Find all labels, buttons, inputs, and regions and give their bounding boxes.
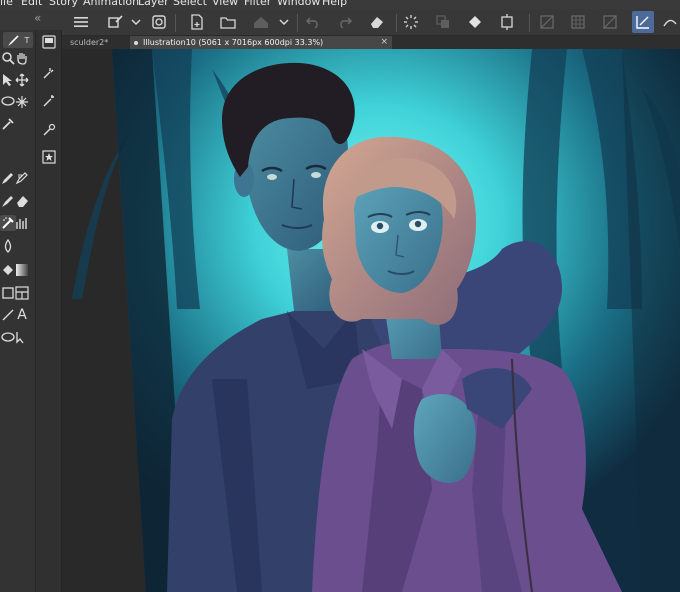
pencil-icon[interactable] — [14, 170, 30, 186]
close-tab-icon[interactable]: × — [380, 36, 388, 49]
decoration-icon[interactable] — [14, 215, 30, 231]
pen-tool-group[interactable]: T — [3, 32, 33, 48]
frame-border-icon[interactable] — [14, 285, 30, 301]
blend-icon[interactable] — [0, 238, 16, 254]
save-icon[interactable] — [250, 11, 272, 33]
save-dropdown-chevron-icon[interactable] — [273, 11, 295, 33]
menu-bar: ile Edit Story Animation Layer Select Vi… — [0, 0, 680, 9]
ruler-snap-icon[interactable] — [599, 11, 621, 33]
sparkle-assist-icon[interactable] — [41, 65, 57, 81]
tab-label: Illustration10 (5061 x 7016px 600dpi 33.… — [143, 38, 324, 47]
tablet-settings-icon[interactable] — [104, 11, 126, 33]
chevron-down-icon[interactable] — [125, 11, 147, 33]
copy-selection-icon[interactable] — [432, 11, 454, 33]
auto-select-wand-icon[interactable] — [14, 94, 30, 110]
collapse-panel-icon[interactable]: « — [34, 11, 41, 25]
hide-selection-icon[interactable] — [536, 11, 558, 33]
menu-view[interactable]: View — [212, 0, 238, 8]
eyedropper-icon[interactable] — [0, 116, 16, 132]
hamburger-menu-icon[interactable] — [70, 11, 92, 33]
new-file-icon[interactable] — [186, 11, 208, 33]
text-tool-glyph: A — [17, 307, 27, 323]
eraser-clear-icon[interactable] — [366, 11, 388, 33]
hand-icon[interactable] — [14, 50, 30, 66]
star-material-icon[interactable] — [41, 149, 57, 165]
undo-icon[interactable] — [302, 11, 324, 33]
tab-sculder2[interactable]: sculder2* — [66, 36, 112, 49]
spinner-deselect-icon[interactable] — [400, 11, 422, 33]
menu-help[interactable]: Help — [322, 0, 347, 8]
sub-tool-strip — [36, 30, 62, 592]
transform-icon[interactable] — [496, 11, 518, 33]
fill-bucket-icon[interactable] — [464, 11, 486, 33]
move-layer-icon[interactable] — [14, 72, 30, 88]
illustration-artwork — [72, 49, 680, 592]
settings-assist-icon[interactable] — [41, 122, 57, 138]
menu-file[interactable]: ile — [0, 0, 13, 8]
menu-select[interactable]: Select — [173, 0, 207, 8]
menu-edit[interactable]: Edit — [21, 0, 42, 8]
menu-animation[interactable]: Animation — [83, 0, 139, 8]
redo-icon[interactable] — [334, 11, 356, 33]
canvas-view-icon[interactable] — [41, 34, 57, 50]
unsaved-dot-icon — [134, 40, 138, 45]
pen-tool-label: T — [24, 35, 30, 45]
grid-toggle-icon[interactable] — [567, 11, 589, 33]
tool-palette: T A — [0, 30, 36, 592]
smartphone-icon[interactable] — [148, 11, 170, 33]
menu-filter[interactable]: Filter — [244, 0, 271, 8]
menu-window[interactable]: Window — [277, 0, 320, 8]
menu-story[interactable]: Story — [49, 0, 78, 8]
tab-illustration10[interactable]: Illustration10 (5061 x 7016px 600dpi 33.… — [130, 36, 392, 49]
open-folder-icon[interactable] — [217, 11, 239, 33]
menu-layer[interactable]: Layer — [138, 0, 169, 8]
snap-to-ruler-active-icon[interactable] — [632, 11, 654, 33]
eraser-icon[interactable] — [14, 193, 30, 209]
correct-line-icon[interactable] — [14, 330, 30, 346]
snap-to-special-ruler-icon[interactable] — [659, 11, 680, 33]
command-bar — [62, 9, 680, 36]
document-tab-bar: sculder2* Illustration10 (5061 x 7016px … — [62, 36, 680, 49]
gradient-icon[interactable] — [14, 262, 30, 278]
text-tool-icon[interactable]: A — [14, 307, 30, 323]
magic-wand-assist-icon[interactable] — [41, 93, 57, 109]
tab-label: sculder2* — [70, 38, 109, 47]
drawing-canvas[interactable] — [62, 49, 680, 592]
